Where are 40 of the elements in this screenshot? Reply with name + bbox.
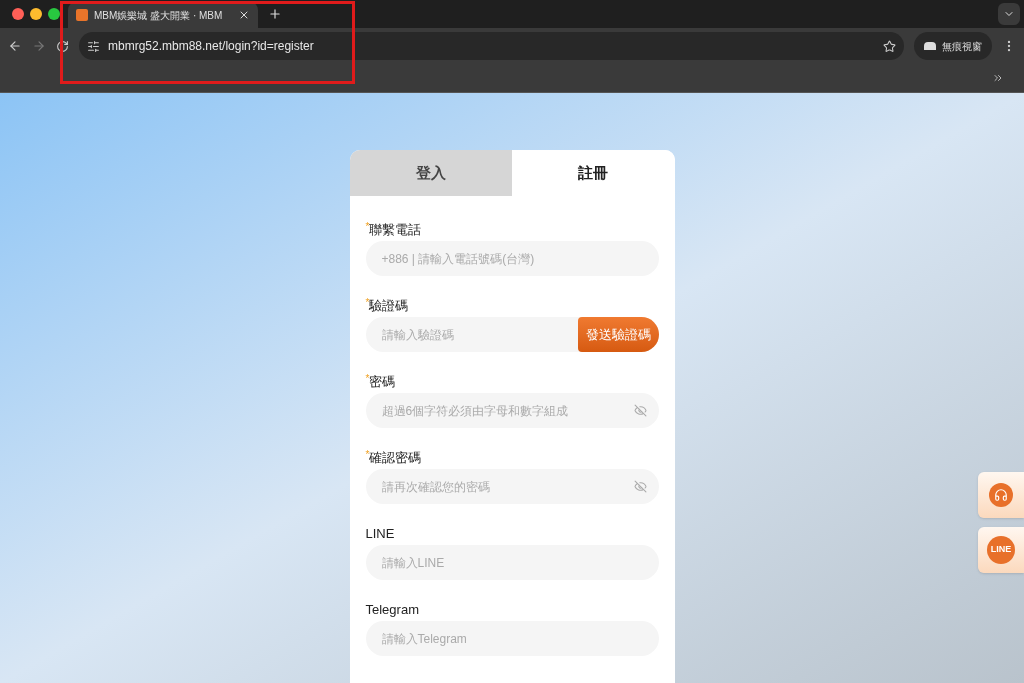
field-label: Telegram [365, 602, 419, 618]
site-logo-icon [76, 9, 88, 21]
bookmark-star-icon[interactable] [883, 39, 896, 53]
url-text: mbmrg52.mbm88.net/login?id=register [108, 38, 315, 55]
close-tab-icon[interactable] [238, 9, 250, 21]
text-input[interactable]: 請輸入驗證碼 [365, 325, 578, 344]
required-mark: * [365, 298, 370, 308]
tab-title: MBM娛樂城 盛大開業 · MBM [94, 8, 224, 23]
field-label: 聯繫電話 [369, 222, 422, 238]
input-field[interactable]: 請再次確認您的密碼 [365, 469, 659, 504]
required-mark: * [365, 374, 370, 384]
field-label: 密碼 [369, 374, 396, 390]
incognito-button[interactable]: 無痕視窗 [914, 32, 992, 60]
input-field[interactable]: +886 | 請輸入電話號碼(台灣) [365, 241, 659, 276]
site-settings-icon[interactable] [87, 39, 100, 53]
field-label: 驗證碼 [369, 298, 409, 314]
text-input[interactable]: +886 | 請輸入電話號碼(台灣) [365, 249, 659, 268]
required-mark: * [365, 222, 370, 232]
form-tab[interactable]: 登入 [349, 150, 512, 196]
line-badge: LINE [987, 536, 1015, 564]
support-button[interactable] [978, 472, 1024, 518]
text-input[interactable]: 請輸入LINE [365, 553, 659, 572]
more-bookmarks-icon[interactable] [992, 72, 1004, 84]
required-mark: * [365, 450, 370, 460]
field-label: 確認密碼 [369, 450, 422, 466]
text-input[interactable]: 請輸入Telegram [365, 629, 659, 648]
field-label: LINE [365, 526, 395, 542]
tab-list-button[interactable] [998, 3, 1020, 25]
back-icon[interactable] [8, 39, 22, 53]
input-field[interactable]: 請輸入LINE [365, 545, 659, 580]
input-field[interactable]: 請輸入Telegram [365, 621, 659, 656]
new-tab-icon[interactable] [268, 7, 282, 21]
forward-icon[interactable] [32, 39, 46, 53]
address-bar[interactable]: mbmrg52.mbm88.net/login?id=register [79, 32, 904, 60]
input-field[interactable]: 超過6個字符必須由字母和數字組成 [365, 393, 659, 428]
text-input[interactable]: 請再次確認您的密碼 [365, 477, 634, 496]
reload-icon[interactable] [56, 39, 69, 53]
browser-tab[interactable]: MBM娛樂城 盛大開業 · MBM [68, 2, 258, 28]
text-input[interactable]: 超過6個字符必須由字母和數字組成 [365, 401, 634, 420]
headset-icon [989, 483, 1013, 507]
